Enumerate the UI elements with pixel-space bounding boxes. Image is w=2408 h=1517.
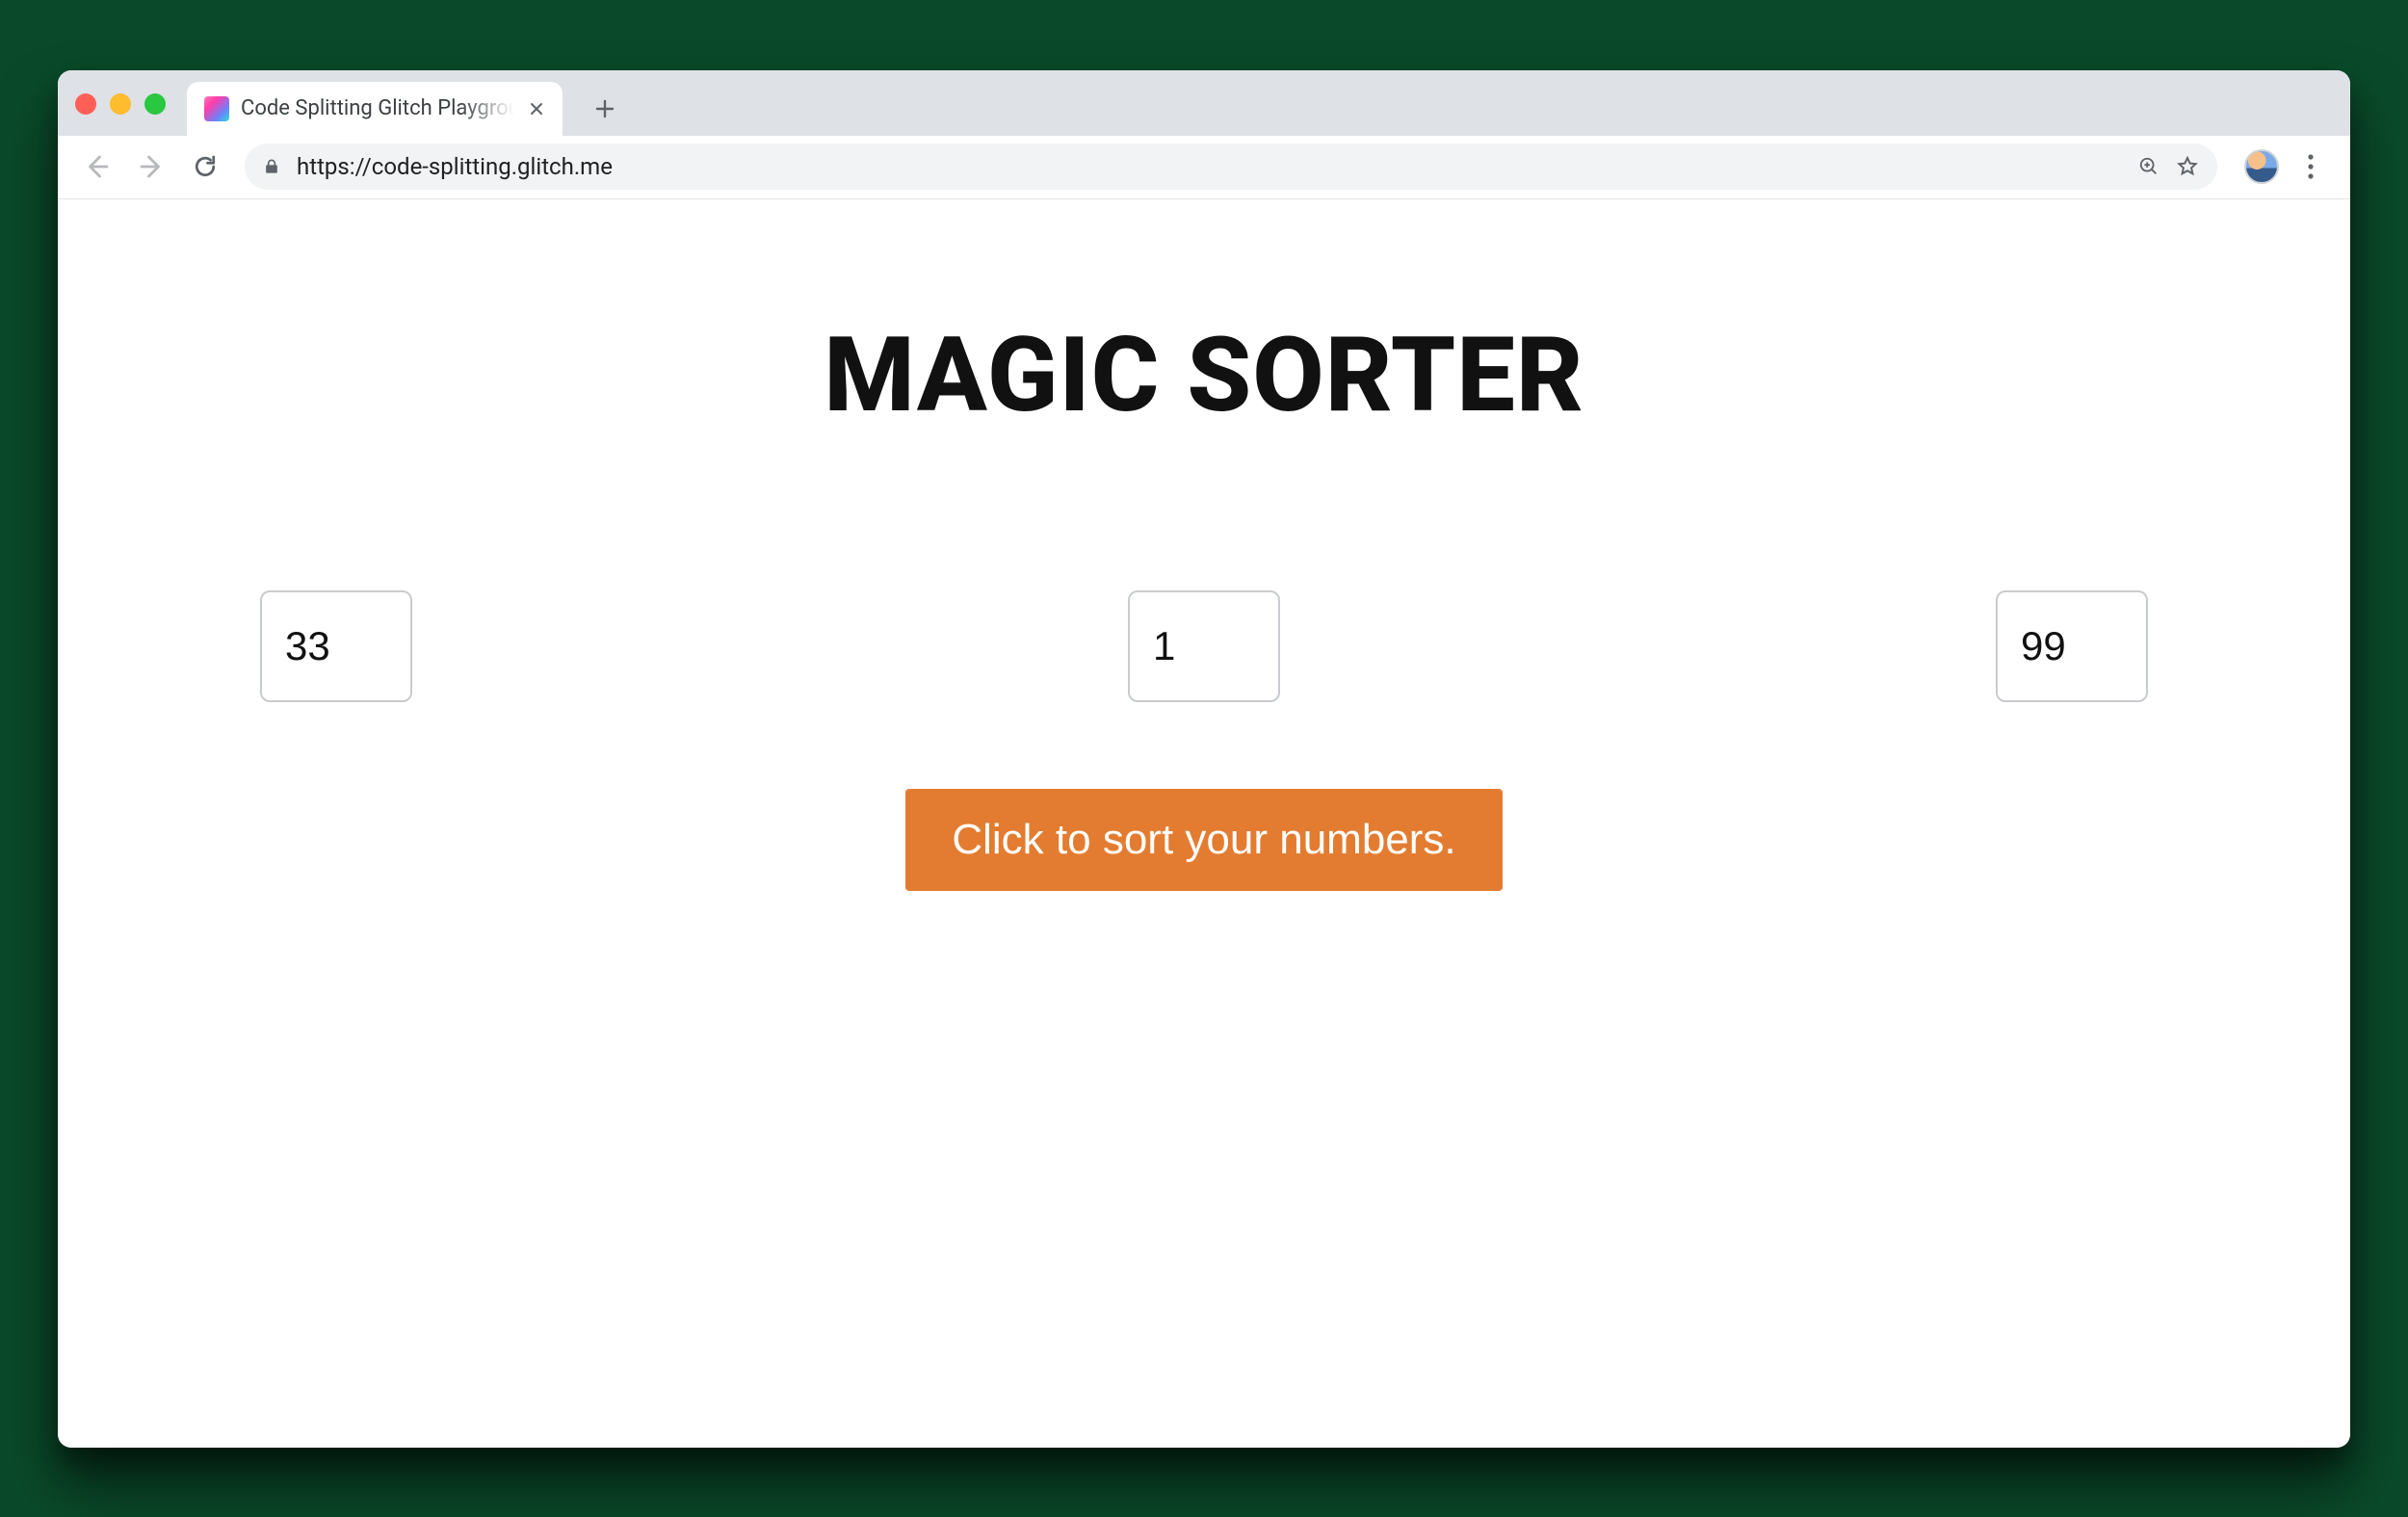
address-bar[interactable]: https://code-splitting.glitch.me [245,144,2217,190]
window-close-button[interactable] [75,93,96,115]
profile-avatar[interactable] [2244,149,2279,184]
number-input-3[interactable] [1996,590,2148,702]
kebab-icon [2307,153,2315,180]
star-icon [2176,155,2199,178]
browser-toolbar: https://code-splitting.glitch.me [58,136,2350,199]
number-inputs-row [260,590,2148,702]
sort-button[interactable]: Click to sort your numbers. [905,789,1502,891]
nav-reload-button[interactable] [183,144,227,189]
browser-tab[interactable]: Code Splitting Glitch Playground [187,82,563,136]
browser-menu-button[interactable] [2289,144,2333,189]
arrow-left-icon [83,152,112,181]
plus-icon [593,97,616,120]
page-viewport: MAGIC SORTER Click to sort your numbers. [58,199,2350,1448]
number-input-2[interactable] [1128,590,1280,702]
window-maximize-button[interactable] [144,93,166,115]
window-controls [75,93,166,136]
close-icon [529,101,544,117]
zoom-button[interactable] [2136,154,2161,179]
nav-forward-button[interactable] [129,144,173,189]
tab-close-button[interactable] [526,98,547,119]
tab-strip: Code Splitting Glitch Playground [58,70,2350,136]
browser-window: Code Splitting Glitch Playground https:/… [58,70,2350,1448]
lock-icon [262,156,283,177]
new-tab-button[interactable] [584,88,626,130]
tab-favicon-icon [204,96,229,121]
arrow-right-icon [137,152,166,181]
page-content: MAGIC SORTER Click to sort your numbers. [58,199,2350,891]
bookmark-button[interactable] [2175,154,2200,179]
number-input-1[interactable] [260,590,412,702]
address-bar-url: https://code-splitting.glitch.me [297,153,2123,180]
tab-title: Code Splitting Glitch Playground [241,96,514,120]
nav-back-button[interactable] [75,144,119,189]
magnifier-plus-icon [2138,156,2159,177]
reload-icon [191,152,220,181]
window-minimize-button[interactable] [110,93,131,115]
page-title: MAGIC SORTER [824,315,1584,436]
